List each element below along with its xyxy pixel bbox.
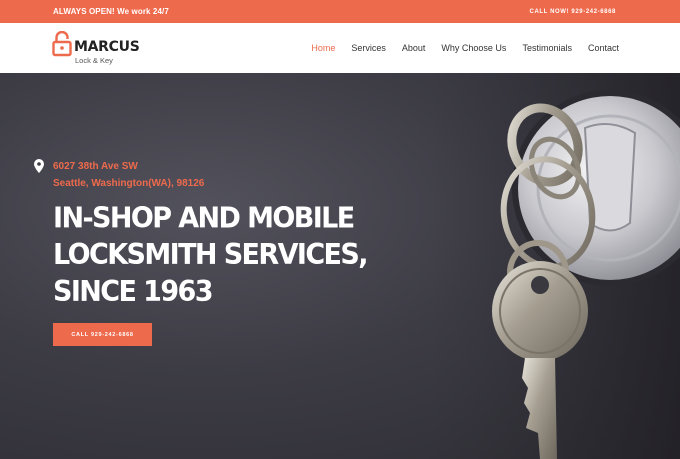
nav-item-testimonials[interactable]: Testimonials	[522, 43, 572, 53]
address-line-2: Seattle, Washington(WA), 98126	[53, 178, 205, 189]
nav-item-why-choose-us[interactable]: Why Choose Us	[441, 43, 506, 53]
headline-line-2: LOCKSMITH SERVICES,	[53, 238, 368, 272]
nav-item-about[interactable]: About	[402, 43, 426, 53]
logo-subtitle: Lock & Key	[75, 56, 113, 65]
padlock-icon	[52, 31, 72, 57]
hero-section: 6027 38th Ave SW Seattle, Washington(WA)…	[0, 73, 680, 459]
main-menu: Home Services About Why Choose Us Testim…	[295, 23, 619, 73]
availability-text: ALWAYS OPEN! We work 24/7	[53, 7, 169, 16]
nav-item-home[interactable]: Home	[311, 43, 335, 53]
main-navbar: MARCUS Lock & Key Home Services About Wh…	[0, 23, 680, 73]
nav-item-services[interactable]: Services	[351, 43, 386, 53]
call-button[interactable]: CALL 929-242-6868	[53, 323, 152, 346]
site-logo[interactable]: MARCUS Lock & Key	[52, 31, 142, 67]
logo-name: MARCUS	[74, 39, 140, 55]
headline-line-3: SINCE 1963	[53, 275, 214, 309]
location-pin-icon	[34, 159, 44, 173]
call-now-link[interactable]: CALL NOW! 929-242-6868	[530, 9, 616, 15]
headline-line-1: IN-SHOP AND MOBILE	[53, 202, 355, 235]
nav-item-contact[interactable]: Contact	[588, 43, 619, 53]
address-line-1: 6027 38th Ave SW	[53, 161, 138, 172]
hero-headline: IN-SHOP AND MOBILE LOCKSMITH SERVICES, S…	[53, 200, 373, 310]
top-announcement-bar: ALWAYS OPEN! We work 24/7 CALL NOW! 929-…	[0, 0, 680, 23]
